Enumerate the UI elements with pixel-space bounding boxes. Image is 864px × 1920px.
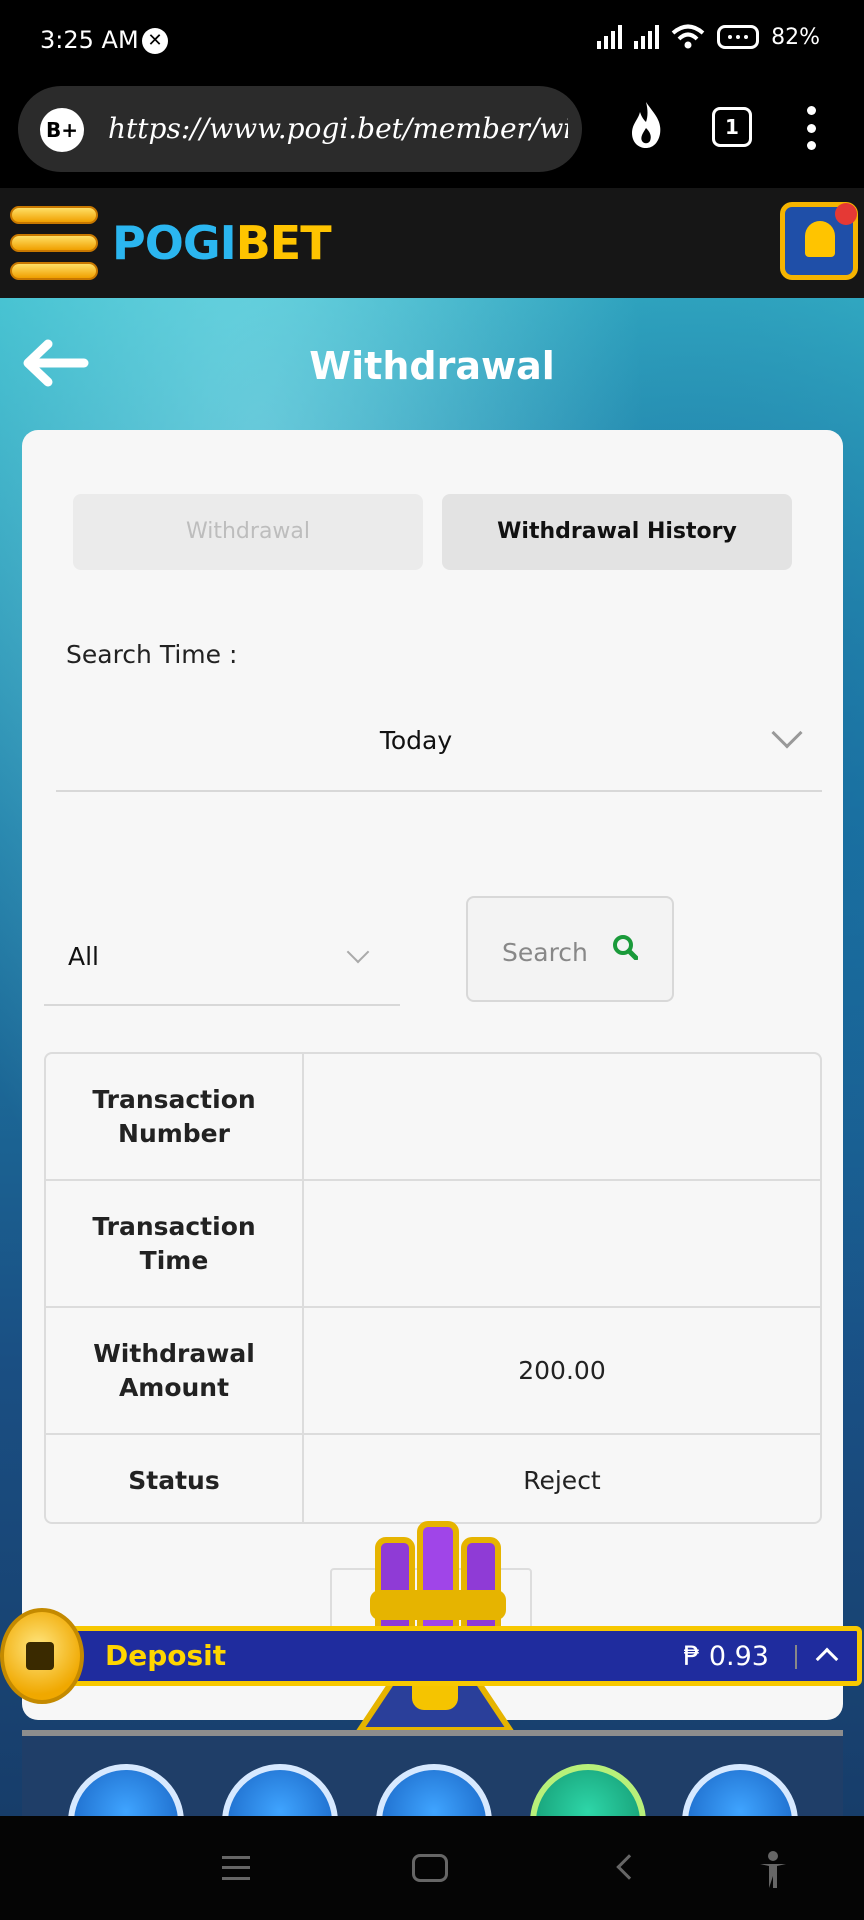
chevron-down-icon [346, 940, 370, 964]
kebab-menu-icon[interactable] [806, 106, 816, 150]
time-range-value: Today [379, 726, 453, 755]
wifi-icon [671, 24, 705, 49]
row-value [304, 1181, 820, 1306]
row-value: Reject [523, 1466, 601, 1495]
browser-toolbar: B+ https://www.pogi.bet/member/withd 1 [0, 78, 864, 188]
page-title: Withdrawal [309, 344, 555, 388]
logo-text-pogi: POGI [112, 216, 237, 270]
address-bar[interactable]: B+ https://www.pogi.bet/member/withd [18, 86, 582, 172]
search-button-label: Search [502, 938, 588, 967]
recent-apps-icon[interactable] [222, 1856, 250, 1880]
time-range-select[interactable]: Today [56, 716, 822, 792]
status-time: 3:25 AM [40, 26, 139, 54]
search-icon [613, 935, 638, 960]
accessibility-icon[interactable] [758, 1850, 788, 1890]
status-filter-select[interactable]: All [44, 900, 400, 1006]
back-icon[interactable] [616, 1854, 642, 1880]
table-row: Transaction Time [46, 1181, 820, 1308]
row-value: 200.00 [518, 1356, 606, 1385]
bottom-navigation [22, 1730, 843, 1880]
divider [795, 1645, 797, 1669]
row-value [304, 1054, 820, 1179]
site-header: POGIBET [0, 188, 864, 298]
table-row: Withdrawal Amount 200.00 [46, 1308, 820, 1435]
bell-icon [805, 221, 835, 257]
signal-icon [597, 25, 623, 49]
coin-icon [0, 1608, 84, 1704]
tab-withdrawal-history[interactable]: Withdrawal History [442, 494, 792, 570]
home-button-icon[interactable] [412, 1854, 448, 1882]
table-row: Transaction Number [46, 1054, 820, 1181]
sync-icon: ✕ [142, 28, 168, 54]
row-label: Withdrawal Amount [46, 1308, 304, 1433]
battery-percent: 82% [771, 24, 820, 50]
tab-switcher-button[interactable]: 1 [712, 107, 752, 147]
signal-icon [634, 25, 660, 49]
row-label: Status [46, 1435, 304, 1522]
row-label: Transaction Number [46, 1054, 304, 1179]
deposit-label[interactable]: Deposit [105, 1639, 226, 1672]
row-label: Transaction Time [46, 1181, 304, 1306]
tab-withdrawal[interactable]: Withdrawal [73, 494, 423, 570]
notification-bell-button[interactable] [780, 202, 858, 280]
search-button[interactable]: Search [466, 896, 674, 1002]
status-bar: 3:25 AM ✕ 82% [0, 0, 864, 78]
deposit-bar[interactable]: Deposit ₱ 0.93 [50, 1626, 862, 1686]
transaction-table: Transaction Number Transaction Time With… [44, 1052, 822, 1524]
hamburger-menu-icon[interactable] [10, 206, 98, 280]
search-time-label: Search Time : [66, 640, 238, 669]
logo-text-bet: BET [235, 216, 332, 270]
fire-icon[interactable] [626, 100, 666, 150]
site-badge-icon[interactable]: B+ [40, 108, 84, 152]
balance-amount: ₱ 0.93 [683, 1641, 769, 1672]
status-icons: 82% [597, 24, 820, 50]
android-navigation-bar [0, 1816, 864, 1920]
notification-dot [835, 203, 857, 225]
status-filter-value: All [68, 942, 99, 971]
table-row: Status Reject [46, 1435, 820, 1522]
chevron-up-icon[interactable] [815, 1647, 839, 1671]
battery-icon [717, 25, 760, 49]
url-text[interactable]: https://www.pogi.bet/member/withd [108, 112, 568, 145]
chevron-down-icon [771, 717, 803, 749]
site-logo[interactable]: POGIBET [112, 216, 332, 270]
